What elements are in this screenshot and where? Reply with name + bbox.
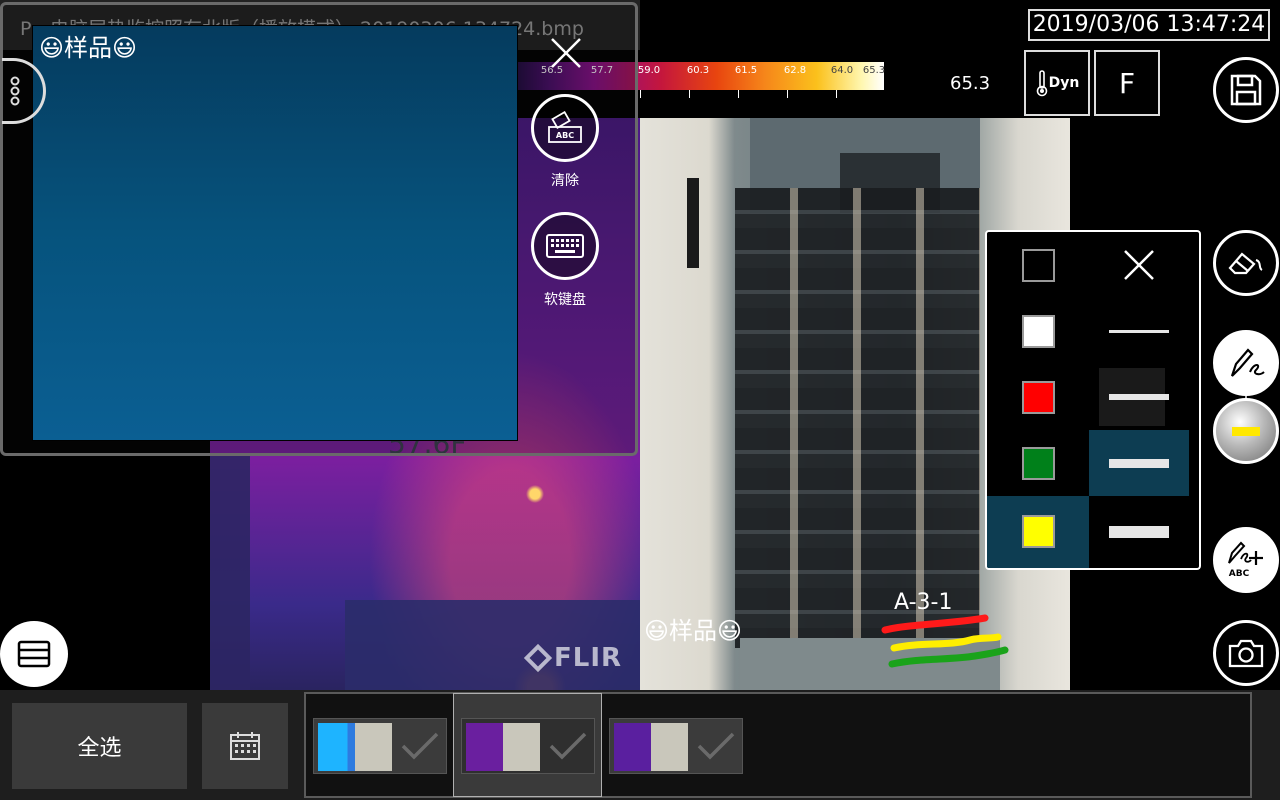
draw-pen-button[interactable] [1213,330,1279,396]
flir-logo: FLIR [523,643,623,673]
keyboard-icon [546,234,584,258]
line-width-medium-sample [1109,394,1169,400]
line-width-button[interactable] [1213,398,1279,464]
timestamp: 2019/03/06 13:47:24 [1028,9,1270,41]
menu-icon [10,76,19,106]
temperature-unit-button[interactable]: F [1094,50,1160,116]
line-width-thin[interactable] [1089,298,1189,364]
calendar-icon [230,732,260,760]
checkmark-icon[interactable] [548,731,588,761]
yellow-stroke [890,633,1002,652]
soft-keyboard-label: 软键盘 [544,292,586,308]
color-swatch-red[interactable] [1022,381,1055,414]
scale-tick: 62.8 [783,65,807,76]
infrared-image-region [210,455,250,690]
color-cell-yellow[interactable] [987,496,1089,568]
svg-text:ABC: ABC [556,131,574,140]
hand-drawn-strokes [881,614,1009,668]
flir-logo-text: FLIR [554,643,623,673]
eraser-icon [1228,252,1263,275]
color-swatch-green[interactable] [1022,447,1055,480]
gallery-view-button[interactable] [0,621,68,687]
color-swatch-yellow[interactable] [1022,515,1055,548]
color-cell-green[interactable] [987,430,1089,496]
scale-tick: 61.5 [734,65,758,76]
palette-close-button[interactable] [1089,232,1189,298]
line-width-thin-sample [1109,329,1169,333]
green-stroke [888,646,1009,668]
annotation-text-area[interactable]: 😃样品😃 [32,25,518,441]
close-icon[interactable] [548,35,584,71]
thumbnail-image [466,723,540,771]
color-swatch-white[interactable] [1022,315,1055,348]
panel-post [687,178,699,268]
camera-button[interactable] [1213,620,1279,686]
text-annotation-button[interactable]: ABC [1213,527,1279,593]
scale-tick: 65.3 [862,65,886,76]
scale-tick: 59.0 [637,65,661,76]
thumbnail-item[interactable] [609,718,743,774]
clear-label: 清除 [551,173,579,189]
scale-tick: 64.0 [830,65,854,76]
annotation-text: 😃样品😃 [39,34,138,62]
red-stroke [881,614,989,634]
checkmark-icon[interactable] [400,731,440,761]
gallery-icon [17,640,51,668]
line-width-icon [1232,426,1260,436]
checkmark-icon[interactable] [696,731,736,761]
pen-icon [1230,348,1265,377]
line-width-thick-sample [1109,458,1169,468]
erase-annotation-button[interactable] [1213,230,1279,296]
close-icon [1124,250,1154,280]
scale-max-value: 65.3 [950,73,991,94]
dynamic-range-button[interactable]: Dyn [1024,50,1090,116]
flir-logo-icon [523,643,553,673]
color-cell-white[interactable] [987,298,1089,364]
select-all-button[interactable]: 全选 [12,703,187,789]
clear-text-icon: ABC [548,111,582,143]
color-cell-red[interactable] [987,364,1089,430]
camera-icon [1228,639,1264,668]
svg-text:ABC: ABC [1229,569,1250,579]
save-button[interactable] [1213,57,1279,123]
thumbnail-item[interactable] [461,718,595,774]
thumbnail-image [614,723,688,771]
annotation-editor-panel: 😃样品😃 ABC 清除 软键盘 [0,2,638,456]
dynamic-range-label: Dyn [1048,75,1080,91]
color-palette [985,230,1201,570]
thumbnail-item[interactable] [313,718,447,774]
save-icon [1230,74,1262,106]
color-swatch-black[interactable] [1022,249,1055,282]
line-width-extra-thick[interactable] [1089,496,1189,568]
line-width-thick[interactable] [1089,430,1189,496]
color-cell-black[interactable] [987,232,1089,298]
soft-keyboard-button[interactable] [531,212,599,280]
thermometer-icon [1036,70,1047,97]
scale-tick-marks [640,90,884,98]
scale-tick: 60.3 [686,65,710,76]
line-width-medium[interactable] [1089,364,1189,430]
thumbnail-image [318,723,392,771]
breaker-rails [735,188,980,648]
calendar-button[interactable] [202,703,288,789]
text-pen-icon: ABC [1228,541,1263,579]
sample-annotation: 😃样品😃 [644,617,743,645]
line-width-extra-thick-sample [1109,526,1169,538]
clear-button[interactable]: ABC [531,94,599,162]
